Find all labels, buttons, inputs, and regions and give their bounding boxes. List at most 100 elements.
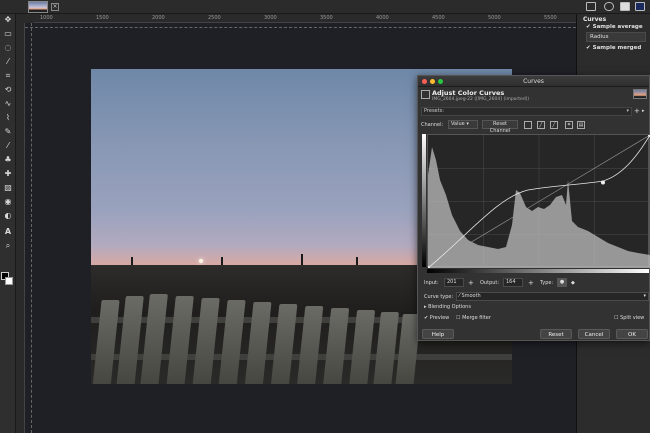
sample-merged-label: Sample merged: [592, 45, 642, 51]
channel-label: Channel:: [421, 122, 444, 128]
output-stepper[interactable]: +: [528, 279, 534, 287]
preset-menu-icon[interactable]: ▸: [642, 108, 645, 115]
ruler-tick: 3000: [264, 15, 277, 21]
eraser-tool-icon[interactable]: ▨: [3, 183, 13, 193]
sample-average-checkbox[interactable]: ✔ Sample average: [586, 23, 650, 31]
toolbox: ✥ ▭ ◌ ⁄ ⌗ ⟲ ∿ ⌇ ✎ ⁄ ♣ ✚ ▨ ◉ ◐ A ⌕: [0, 14, 16, 433]
channel-select[interactable]: Value ▾: [448, 120, 478, 129]
dialog-window-title: Curves: [523, 78, 544, 85]
blending-options-expander[interactable]: ▸ Blending Options: [424, 303, 471, 311]
close-icon[interactable]: ×: [51, 3, 59, 11]
output-label: Output:: [480, 280, 500, 286]
log-histogram-icon[interactable]: ╱: [537, 121, 545, 129]
paintbrush-tool-icon[interactable]: ⁄: [3, 141, 13, 151]
dodge-burn-tool-icon[interactable]: ◐: [3, 211, 13, 221]
linear-histogram-icon[interactable]: [524, 121, 532, 129]
chevron-down-icon: ▾: [643, 293, 646, 299]
type-label: Type:: [540, 280, 554, 286]
curve-point[interactable]: [600, 180, 605, 185]
merge-filter-checkbox[interactable]: ☐ Merge filter: [456, 314, 491, 322]
radius-field[interactable]: Radius: [586, 32, 646, 42]
bucket-fill-tool-icon[interactable]: ◉: [3, 197, 13, 207]
preview-checkbox[interactable]: ✔ Preview: [424, 314, 449, 322]
paths-tool-icon[interactable]: ✎: [3, 127, 13, 137]
ruler-tick: 2000: [152, 15, 165, 21]
ruler-tick: 2500: [208, 15, 221, 21]
rect-select-tool-icon[interactable]: ▭: [3, 29, 13, 39]
background-color-swatch[interactable]: [5, 277, 13, 285]
chevron-down-icon: ▾: [626, 108, 629, 114]
view-toggle-icon[interactable]: ▤: [577, 121, 585, 129]
reset-button[interactable]: Reset: [540, 329, 572, 339]
curves-icon: [421, 90, 430, 99]
zoom-tool-icon[interactable]: ⌕: [3, 241, 13, 251]
zoom-window-button[interactable]: [438, 79, 443, 84]
images-icon[interactable]: [635, 2, 645, 11]
dialog-subtitle: IMG_2604.jpeg-22 ([IMG_2604] (imported)): [432, 97, 530, 102]
ruler-tick: 4500: [432, 15, 445, 21]
curve-type-value: Smooth: [461, 293, 481, 299]
vertical-ruler[interactable]: [16, 23, 25, 433]
undo-history-icon[interactable]: [620, 2, 630, 11]
output-field[interactable]: 164: [503, 278, 523, 287]
presets-combo[interactable]: Presets: ▾: [421, 107, 632, 116]
tool-options-title: Curves: [583, 16, 607, 23]
ok-button[interactable]: OK: [616, 329, 648, 339]
ruler-tick: 5500: [544, 15, 557, 21]
edit-points-icon[interactable]: ⌗: [565, 121, 573, 129]
lasso-tool-icon[interactable]: ◌: [3, 43, 13, 53]
transform-tool-icon[interactable]: ⟲: [3, 85, 13, 95]
input-field[interactable]: 201: [444, 278, 464, 287]
image-tabs-bar: ×: [0, 0, 650, 14]
fuzzy-select-tool-icon[interactable]: ⁄: [3, 57, 13, 67]
curves-graph[interactable]: [426, 133, 650, 270]
input-label: Input:: [424, 280, 439, 286]
preview-label: Preview: [429, 315, 450, 321]
add-preset-icon[interactable]: +: [634, 108, 640, 115]
reset-channel-button[interactable]: Reset Channel: [482, 120, 518, 134]
channel-value: Value: [451, 121, 465, 127]
image-tab-thumbnail[interactable]: [28, 1, 48, 13]
input-stepper[interactable]: +: [468, 279, 474, 287]
smooth-point-type-button[interactable]: ●: [557, 278, 567, 287]
ruler-tick: 4000: [376, 15, 389, 21]
presets-label: Presets:: [424, 108, 444, 114]
output-gradient-bar: [422, 134, 426, 267]
text-tool-icon[interactable]: A: [3, 227, 13, 237]
split-view-checkbox[interactable]: ☐ Split view: [614, 314, 644, 322]
device-status-icon[interactable]: [604, 2, 614, 11]
heal-tool-icon[interactable]: ✚: [3, 169, 13, 179]
clone-tool-icon[interactable]: ♣: [3, 155, 13, 165]
split-view-label: Split view: [620, 315, 645, 321]
warp-tool-icon[interactable]: ∿: [3, 99, 13, 109]
light-glare: [199, 259, 203, 263]
blending-options-label: Blending Options: [428, 304, 471, 310]
sample-average-label: Sample average: [592, 24, 643, 30]
crop-tool-icon[interactable]: ⌗: [3, 71, 13, 81]
sample-merged-checkbox[interactable]: ✔ Sample merged: [586, 44, 650, 52]
ruler-tick: 1500: [96, 15, 109, 21]
dialog-title-bar[interactable]: Curves: [418, 76, 649, 87]
color-picker-tool-icon[interactable]: ⌇: [3, 113, 13, 123]
curves-dialog: Curves Adjust Color Curves IMG_2604.jpeg…: [417, 75, 650, 341]
dialog-heading: Adjust Color Curves: [432, 89, 505, 97]
tool-options-icon[interactable]: [586, 2, 596, 11]
curves-plot[interactable]: [426, 133, 650, 270]
curve-type-label: Curve type:: [424, 294, 454, 300]
freehand-curve-icon[interactable]: ╱: [550, 121, 558, 129]
cancel-button[interactable]: Cancel: [578, 329, 610, 339]
ruler-tick: 5000: [488, 15, 501, 21]
input-gradient-bar: [427, 269, 649, 273]
image-preview-thumbnail: [633, 89, 647, 99]
corner-point-type-button[interactable]: ◆: [571, 279, 575, 287]
ruler-corner: [16, 14, 34, 23]
curve-type-select[interactable]: ⁄ Smooth ▾: [456, 292, 649, 301]
guide-line: [31, 23, 32, 433]
move-tool-icon[interactable]: ✥: [3, 15, 13, 25]
close-window-button[interactable]: [422, 79, 427, 84]
minimize-window-button[interactable]: [430, 79, 435, 84]
ruler-tick: 1000: [40, 15, 53, 21]
guide-line: [25, 27, 576, 28]
help-button[interactable]: Help: [422, 329, 454, 339]
horizontal-ruler[interactable]: 1000 1500 2000 2500 3000 3500 4000 4500 …: [34, 14, 576, 23]
